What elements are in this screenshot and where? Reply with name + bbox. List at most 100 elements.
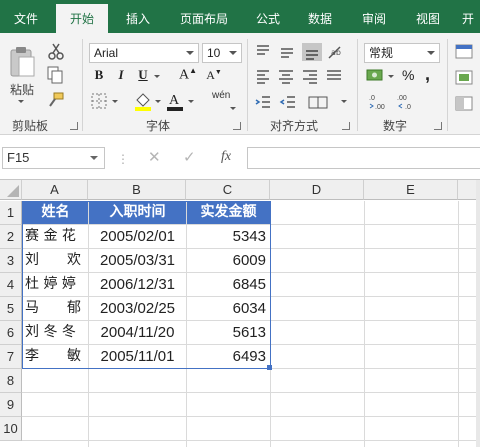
tab-file[interactable]: 文件 bbox=[0, 0, 52, 33]
table-cell-amount[interactable]: 5343 bbox=[187, 225, 270, 248]
row-header-1[interactable]: 1 bbox=[0, 201, 22, 225]
paste-label[interactable]: 粘贴 bbox=[10, 81, 34, 98]
styles-gallery-icons[interactable] bbox=[454, 43, 476, 113]
enter-formula-icon[interactable]: ✓ bbox=[183, 148, 196, 166]
accounting-dropdown-icon[interactable] bbox=[388, 75, 394, 78]
underline-button[interactable]: U bbox=[136, 67, 150, 83]
table-cell-name[interactable]: 刘 冬 冬 bbox=[25, 321, 87, 344]
table-cell-name[interactable]: 杜 婷 婷 bbox=[25, 273, 87, 296]
accounting-format-icon[interactable] bbox=[366, 67, 386, 85]
table-cell-name[interactable]: 赛 金 花 bbox=[25, 225, 87, 248]
table-cell-amount[interactable]: 6009 bbox=[187, 249, 270, 272]
table-cell-amount[interactable]: 6845 bbox=[187, 273, 270, 296]
tab-more[interactable]: 开 bbox=[456, 0, 480, 33]
clipboard-launcher-icon[interactable] bbox=[70, 122, 78, 130]
grid-line bbox=[364, 201, 365, 447]
table-header-hire-date[interactable]: 入职时间 bbox=[89, 201, 186, 224]
table-header-name[interactable]: 姓名 bbox=[23, 201, 88, 224]
table-cell-date[interactable]: 2006/12/31 bbox=[89, 273, 186, 296]
increase-font-icon[interactable]: A▲ bbox=[179, 66, 197, 84]
table-resize-handle[interactable] bbox=[267, 365, 272, 370]
cancel-formula-icon[interactable]: ✕ bbox=[148, 148, 161, 166]
column-header-b[interactable]: B bbox=[88, 180, 186, 200]
tab-home[interactable]: 开始 bbox=[56, 4, 108, 33]
table-cell-amount[interactable]: 6034 bbox=[187, 297, 270, 320]
tab-view[interactable]: 视图 bbox=[404, 0, 452, 33]
orientation-icon[interactable]: ab bbox=[326, 43, 348, 61]
alignment-launcher-icon[interactable] bbox=[342, 122, 350, 130]
tab-formulas[interactable]: 公式 bbox=[244, 0, 292, 33]
increase-decimal-icon[interactable]: .0 .00 bbox=[368, 93, 388, 111]
table-header-salary[interactable]: 实发金额 bbox=[187, 201, 270, 224]
font-color-icon[interactable]: A bbox=[166, 91, 184, 111]
column-header-e[interactable]: E bbox=[364, 180, 458, 200]
table-cell-amount[interactable]: 6493 bbox=[187, 345, 270, 368]
borders-dropdown-icon[interactable] bbox=[112, 100, 118, 103]
column-header-c[interactable]: C bbox=[186, 180, 270, 200]
table-cell-date[interactable]: 2005/02/01 bbox=[89, 225, 186, 248]
column-header-a[interactable]: A bbox=[22, 180, 88, 200]
decrease-font-icon[interactable]: A▼ bbox=[206, 68, 222, 83]
cut-icon[interactable] bbox=[48, 42, 64, 60]
row-header-7[interactable]: 7 bbox=[0, 345, 22, 369]
name-box-dropdown-icon[interactable] bbox=[90, 156, 98, 160]
phonetic-dropdown-icon[interactable] bbox=[230, 107, 236, 110]
table-cell-amount[interactable]: 5613 bbox=[187, 321, 270, 344]
table-cell-name[interactable]: 李 敏 bbox=[25, 345, 87, 368]
vertical-scrollbar[interactable] bbox=[476, 180, 480, 447]
name-box-value: F15 bbox=[7, 150, 30, 165]
format-painter-icon[interactable] bbox=[47, 92, 65, 108]
paste-icon[interactable] bbox=[8, 45, 36, 79]
table-cell-date[interactable]: 2003/02/25 bbox=[89, 297, 186, 320]
font-size-select[interactable]: 10 bbox=[202, 43, 242, 63]
name-box[interactable]: F15 bbox=[2, 147, 105, 169]
table-cell-name[interactable]: 刘 欢 bbox=[25, 249, 87, 272]
table-cell-date[interactable]: 2005/03/31 bbox=[89, 249, 186, 272]
number-format-select[interactable]: 常规 bbox=[364, 43, 440, 63]
select-all-corner[interactable] bbox=[0, 180, 22, 200]
table-cell-date[interactable]: 2004/11/20 bbox=[89, 321, 186, 344]
comma-style-button[interactable]: , bbox=[425, 64, 430, 85]
tab-review[interactable]: 审阅 bbox=[348, 0, 400, 33]
tab-insert[interactable]: 插入 bbox=[112, 0, 164, 33]
row-header-4[interactable]: 4 bbox=[0, 273, 22, 297]
grid-line bbox=[22, 440, 476, 441]
font-name-select[interactable]: Arial bbox=[89, 43, 199, 63]
table-cell-name[interactable]: 马 郁 bbox=[25, 297, 87, 320]
paste-dropdown-icon[interactable] bbox=[18, 100, 24, 103]
row-header-10[interactable]: 10 bbox=[0, 417, 22, 441]
borders-icon[interactable] bbox=[91, 93, 107, 109]
merge-dropdown-icon[interactable] bbox=[341, 100, 347, 103]
grid-line bbox=[22, 416, 476, 417]
row-header-2[interactable]: 2 bbox=[0, 225, 22, 249]
horizontal-align-icons[interactable] bbox=[254, 68, 346, 84]
row-header-5[interactable]: 5 bbox=[0, 297, 22, 321]
row-header-8[interactable]: 8 bbox=[0, 369, 22, 393]
underline-dropdown-icon[interactable] bbox=[154, 75, 160, 78]
row-header-3[interactable]: 3 bbox=[0, 249, 22, 273]
indent-merge-icons[interactable] bbox=[254, 94, 346, 110]
percent-style-button[interactable]: % bbox=[402, 67, 414, 83]
fill-color-dropdown-icon[interactable] bbox=[155, 100, 161, 103]
fill-color-icon[interactable] bbox=[134, 91, 152, 111]
tab-page-layout[interactable]: 页面布局 bbox=[168, 0, 240, 33]
italic-button[interactable]: I bbox=[115, 67, 127, 83]
ribbon: 粘贴 剪贴板 Arial 10 B I U A▲ A▼ A wén 字体 ab … bbox=[0, 33, 480, 135]
formula-bar-grip-icon[interactable]: ⋮ bbox=[117, 152, 129, 166]
row-header-6[interactable]: 6 bbox=[0, 321, 22, 345]
number-launcher-icon[interactable] bbox=[434, 122, 442, 130]
row-header-9[interactable]: 9 bbox=[0, 393, 22, 417]
insert-function-button[interactable]: fx bbox=[221, 149, 231, 165]
tab-data[interactable]: 数据 bbox=[296, 0, 344, 33]
font-launcher-icon[interactable] bbox=[233, 122, 241, 130]
table-cell-date[interactable]: 2005/11/01 bbox=[89, 345, 186, 368]
column-header-d[interactable]: D bbox=[270, 180, 364, 200]
copy-icon[interactable] bbox=[46, 66, 66, 84]
bold-button[interactable]: B bbox=[92, 67, 106, 83]
group-separator bbox=[447, 39, 448, 131]
formula-input[interactable] bbox=[247, 147, 480, 169]
phonetic-guide-button[interactable]: wén bbox=[212, 90, 230, 101]
decrease-decimal-icon[interactable]: .00 .0 bbox=[396, 93, 416, 111]
spreadsheet-grid[interactable]: A B C D E 1 2 3 4 5 6 7 8 9 10 姓名 入职时间 实… bbox=[0, 179, 480, 447]
font-color-dropdown-icon[interactable] bbox=[188, 100, 194, 103]
